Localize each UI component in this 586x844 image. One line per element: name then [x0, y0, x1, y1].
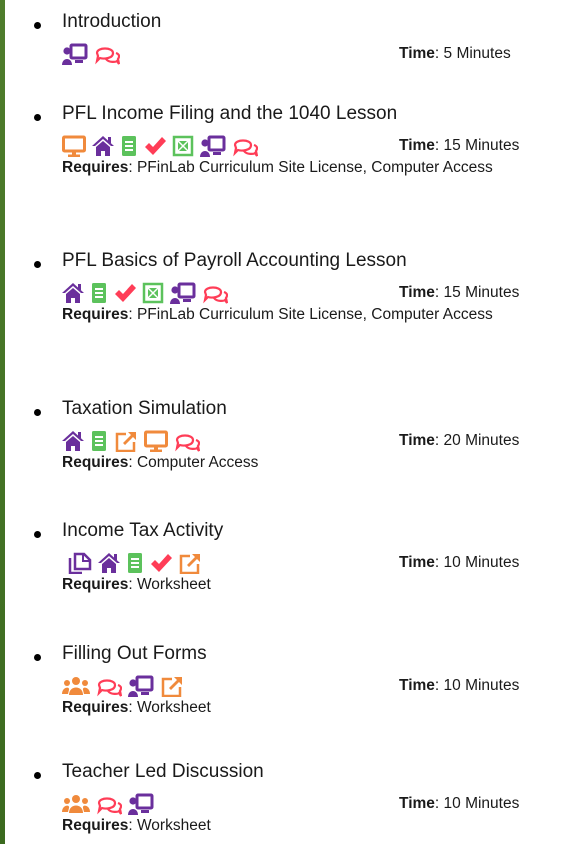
- icon-row: [62, 792, 160, 816]
- time-value: : 10 Minutes: [434, 677, 520, 694]
- requires-value: : Worksheet: [128, 817, 211, 834]
- item-title: Teacher Led Discussion: [62, 761, 264, 782]
- notebook-icon: [122, 136, 136, 156]
- icon-row: [62, 429, 206, 453]
- home-icon: [98, 553, 120, 573]
- checkmark-icon: [151, 554, 172, 572]
- bullet: [34, 531, 41, 538]
- requires-label: Requires: [62, 454, 129, 471]
- presentation-icon: [200, 135, 226, 157]
- requires-label: Requires: [62, 817, 129, 834]
- icon-row: [62, 134, 264, 158]
- external-link-icon: [161, 677, 182, 697]
- calculator-icon: [172, 135, 194, 157]
- home-icon: [62, 431, 84, 451]
- requires-label: Requires: [62, 306, 129, 323]
- requires-value: : Computer Access: [128, 454, 259, 471]
- time-text: Time: 10 Minutes: [399, 553, 519, 573]
- time-label: Time: [399, 45, 435, 62]
- external-link-icon: [115, 432, 136, 452]
- chat-bubbles-icon: [233, 139, 258, 157]
- item-title: Taxation Simulation: [62, 398, 227, 419]
- requires-value: : Worksheet: [128, 699, 211, 716]
- item-title: Introduction: [62, 11, 162, 32]
- time-value: : 5 Minutes: [434, 45, 511, 62]
- time-label: Time: [399, 137, 435, 154]
- requires-text: Requires: Computer Access: [62, 453, 567, 473]
- requires-label: Requires: [62, 699, 129, 716]
- notebook-icon: [92, 431, 106, 451]
- chat-bubbles-icon: [95, 47, 120, 65]
- time-value: : 10 Minutes: [434, 554, 520, 571]
- time-label: Time: [399, 432, 435, 449]
- requires-text: Requires: PFinLab Curriculum Site Licens…: [62, 305, 567, 325]
- time-value: : 10 Minutes: [434, 795, 520, 812]
- requires-text: Requires: PFinLab Curriculum Site Licens…: [62, 158, 567, 178]
- group-icon: [62, 795, 90, 813]
- chat-bubbles-icon: [203, 286, 228, 304]
- bullet: [34, 654, 41, 661]
- home-icon: [92, 136, 114, 156]
- time-label: Time: [399, 554, 435, 571]
- notebook-icon: [92, 283, 106, 303]
- bullet: [34, 114, 41, 121]
- monitor-icon: [144, 430, 168, 452]
- checkmark-icon: [115, 284, 136, 302]
- external-link-icon: [179, 554, 200, 574]
- bullet: [34, 409, 41, 416]
- group-icon: [62, 677, 90, 695]
- requires-value: : PFinLab Curriculum Site License, Compu…: [128, 159, 493, 176]
- left-accent-bar: [0, 0, 5, 844]
- chat-bubbles-icon: [97, 797, 122, 815]
- requires-text: Requires: Worksheet: [62, 816, 567, 836]
- time-text: Time: 5 Minutes: [399, 44, 511, 64]
- time-value: : 20 Minutes: [434, 432, 520, 449]
- presentation-icon: [128, 675, 154, 697]
- item-title: PFL Basics of Payroll Accounting Lesson: [62, 250, 407, 271]
- requires-text: Requires: Worksheet: [62, 575, 567, 595]
- requires-value: : Worksheet: [128, 576, 211, 593]
- requires-value: : PFinLab Curriculum Site License, Compu…: [128, 306, 493, 323]
- notebook-icon: [128, 553, 142, 573]
- item-title: PFL Income Filing and the 1040 Lesson: [62, 103, 398, 124]
- presentation-icon: [170, 282, 196, 304]
- time-label: Time: [399, 677, 435, 694]
- time-text: Time: 20 Minutes: [399, 431, 519, 451]
- icon-row: [62, 42, 126, 66]
- time-label: Time: [399, 284, 435, 301]
- requires-text: Requires: Worksheet: [62, 698, 567, 718]
- chat-bubbles-icon: [175, 434, 200, 452]
- icon-row: [68, 551, 208, 575]
- home-icon: [62, 283, 84, 303]
- bullet: [34, 772, 41, 779]
- time-text: Time: 15 Minutes: [399, 136, 519, 156]
- bullet: [34, 261, 41, 268]
- bullet: [34, 22, 41, 29]
- icon-row: [62, 674, 190, 698]
- item-title: Income Tax Activity: [62, 520, 224, 541]
- checkmark-icon: [145, 137, 166, 155]
- chat-bubbles-icon: [97, 679, 122, 697]
- time-value: : 15 Minutes: [434, 284, 520, 301]
- monitor-icon: [62, 135, 86, 157]
- time-text: Time: 10 Minutes: [399, 794, 519, 814]
- time-text: Time: 15 Minutes: [399, 283, 519, 303]
- requires-label: Requires: [62, 576, 129, 593]
- calculator-icon: [142, 282, 164, 304]
- icon-row: [62, 281, 234, 305]
- time-text: Time: 10 Minutes: [399, 676, 519, 696]
- requires-label: Requires: [62, 159, 129, 176]
- presentation-icon: [62, 43, 88, 65]
- time-label: Time: [399, 795, 435, 812]
- presentation-icon: [128, 793, 154, 815]
- time-value: : 15 Minutes: [434, 137, 520, 154]
- copy-pages-icon: [68, 552, 92, 574]
- item-title: Filling Out Forms: [62, 643, 207, 664]
